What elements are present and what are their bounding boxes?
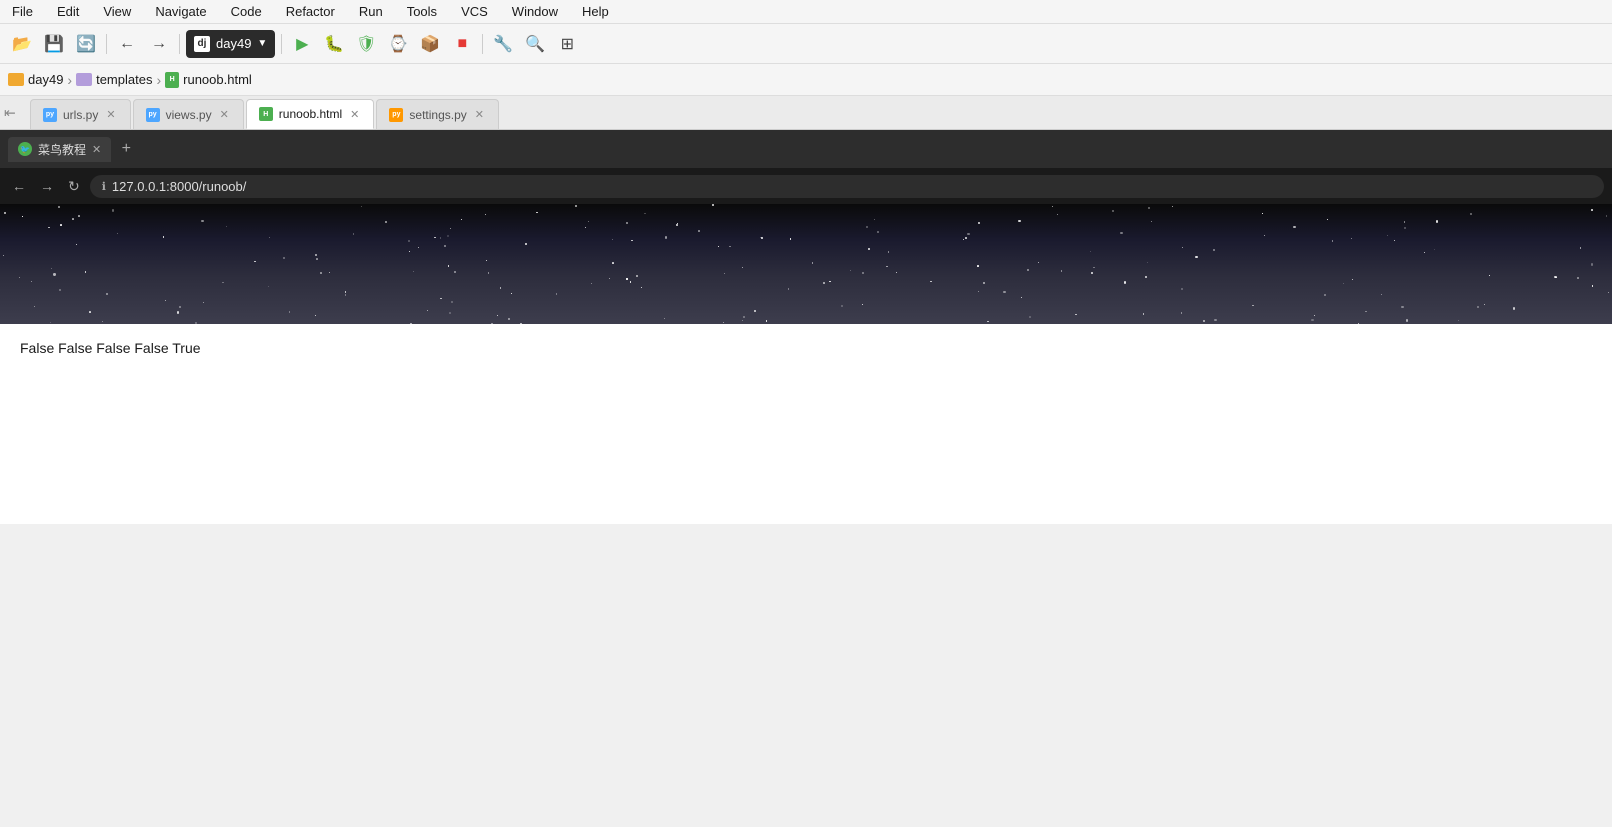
url-text: 127.0.0.1:8000/runoob/ (112, 179, 246, 194)
browser-forward-button[interactable]: → (36, 174, 58, 198)
django-icon: dj (194, 36, 210, 52)
tab-urls[interactable]: py urls.py ✕ (30, 99, 131, 129)
menu-refactor[interactable]: Refactor (282, 2, 339, 21)
breadcrumb-templates[interactable]: templates (76, 72, 152, 87)
project-selector[interactable]: dj day49 ▼ (186, 30, 275, 58)
browser-refresh-button[interactable]: ↻ (64, 174, 84, 199)
back-button[interactable]: ← (113, 30, 141, 58)
browser-tab-runoob[interactable]: 🐦 菜鸟教程 ✕ (8, 137, 111, 162)
dropdown-arrow-icon: ▼ (257, 38, 267, 49)
browser-container: 🐦 菜鸟教程 ✕ + ← → ↻ ℹ 127.0.0.1:8000/runoob… (0, 130, 1612, 524)
html-icon: H (259, 107, 273, 121)
run-button[interactable]: ▶ (288, 30, 316, 58)
pin-button[interactable]: ⇤ (4, 104, 16, 121)
breadcrumb: day49 › templates › H runoob.html (0, 64, 1612, 96)
menu-bar: File Edit View Navigate Code Refactor Ru… (0, 0, 1612, 24)
open-folder-button[interactable]: 📂 (8, 30, 36, 58)
debug-button[interactable]: 🐛 (320, 30, 348, 58)
browser-tab-area: 🐦 菜鸟教程 ✕ + (8, 137, 137, 162)
breadcrumb-sep-1: › (67, 72, 72, 88)
build-button[interactable]: 📦 (416, 30, 444, 58)
browser-chrome: 🐦 菜鸟教程 ✕ + (0, 130, 1612, 168)
tab-runoob-label: runoob.html (279, 107, 342, 121)
tab-views[interactable]: py views.py ✕ (133, 99, 244, 129)
git-button[interactable]: ⊞ (553, 30, 581, 58)
settings-button[interactable]: 🔧 (489, 30, 517, 58)
breadcrumb-runoob[interactable]: H runoob.html (165, 72, 252, 88)
tab-runoob[interactable]: H runoob.html ✕ (246, 99, 375, 129)
tabs-bar: ⇤ py urls.py ✕ py views.py ✕ H runoob.ht… (0, 96, 1612, 130)
menu-vcs[interactable]: VCS (457, 2, 492, 21)
separator-1 (106, 34, 107, 54)
tab-views-close[interactable]: ✕ (218, 107, 231, 122)
tab-settings-close[interactable]: ✕ (473, 107, 486, 122)
browser-nav-bar: ← → ↻ ℹ 127.0.0.1:8000/runoob/ (0, 168, 1612, 204)
settings-icon: py (389, 108, 403, 122)
menu-code[interactable]: Code (227, 2, 266, 21)
py-icon: py (146, 108, 160, 122)
html-file-icon: H (165, 72, 179, 88)
menu-file[interactable]: File (8, 2, 37, 21)
coverage-button[interactable]: 🛡 (352, 30, 380, 58)
browser-tab-title: 菜鸟教程 (38, 141, 86, 158)
breadcrumb-templates-label: templates (96, 72, 152, 87)
separator-2 (179, 34, 180, 54)
menu-view[interactable]: View (99, 2, 135, 21)
search-button[interactable]: 🔍 (521, 30, 549, 58)
browser-favicon: 🐦 (18, 142, 32, 156)
project-name: day49 (216, 36, 251, 51)
stop-button[interactable]: ■ (448, 30, 476, 58)
browser-back-button[interactable]: ← (8, 174, 30, 198)
menu-run[interactable]: Run (355, 2, 387, 21)
lock-icon: ℹ (102, 180, 106, 193)
folder-icon (8, 73, 24, 86)
menu-navigate[interactable]: Navigate (151, 2, 210, 21)
save-button[interactable]: 💾 (40, 30, 68, 58)
galaxy-banner (0, 204, 1612, 324)
separator-4 (482, 34, 483, 54)
breadcrumb-day49[interactable]: day49 (8, 72, 63, 87)
sync-button[interactable]: 🔄 (72, 30, 100, 58)
profile-button[interactable]: ⌚ (384, 30, 412, 58)
page-output-text: False False False False True (20, 340, 201, 356)
menu-tools[interactable]: Tools (403, 2, 441, 21)
forward-button[interactable]: → (145, 30, 173, 58)
py-icon: py (43, 108, 57, 122)
folder-purple-icon (76, 73, 92, 86)
browser-new-tab-button[interactable]: + (115, 138, 137, 160)
tab-settings-label: settings.py (409, 108, 466, 122)
breadcrumb-sep-2: › (156, 72, 161, 88)
tab-views-label: views.py (166, 108, 212, 122)
menu-window[interactable]: Window (508, 2, 562, 21)
tab-urls-close[interactable]: ✕ (104, 107, 117, 122)
tab-urls-label: urls.py (63, 108, 98, 122)
tab-settings[interactable]: py settings.py ✕ (376, 99, 499, 129)
content-area: 🐦 菜鸟教程 ✕ + ← → ↻ ℹ 127.0.0.1:8000/runoob… (0, 130, 1612, 827)
menu-edit[interactable]: Edit (53, 2, 83, 21)
stars-decoration (0, 204, 1612, 324)
breadcrumb-day49-label: day49 (28, 72, 63, 87)
toolbar: 📂 💾 🔄 ← → dj day49 ▼ ▶ 🐛 🛡 ⌚ 📦 ■ 🔧 🔍 ⊞ (0, 24, 1612, 64)
breadcrumb-runoob-label: runoob.html (183, 72, 252, 87)
menu-help[interactable]: Help (578, 2, 613, 21)
browser-tab-close-button[interactable]: ✕ (92, 143, 101, 156)
address-bar[interactable]: ℹ 127.0.0.1:8000/runoob/ (90, 175, 1604, 198)
browser-content: False False False False True (0, 324, 1612, 524)
separator-3 (281, 34, 282, 54)
tab-runoob-close[interactable]: ✕ (348, 107, 361, 122)
app-window: File Edit View Navigate Code Refactor Ru… (0, 0, 1612, 827)
